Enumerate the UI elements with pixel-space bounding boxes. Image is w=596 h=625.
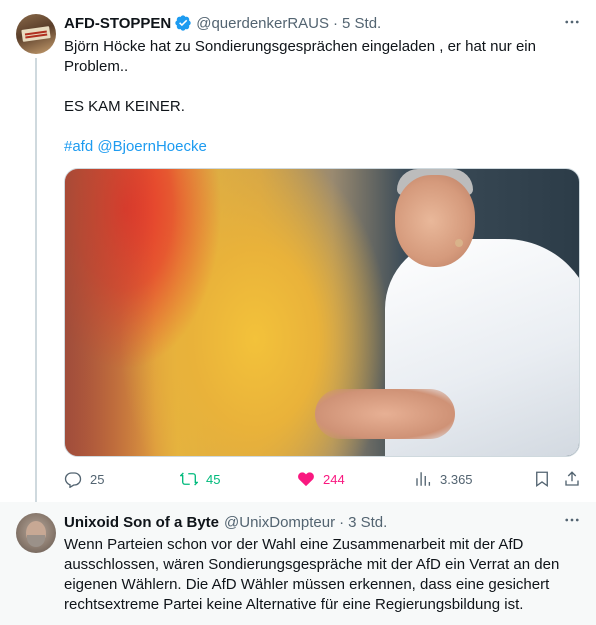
- reply-count: 25: [90, 471, 105, 487]
- like-icon: [298, 472, 314, 487]
- tweet-text: Björn Höcke hat zu Sondierungsgesprächen…: [64, 37, 584, 157]
- verified-icon: [174, 14, 192, 32]
- tweet-text-line: Problem..: [64, 58, 129, 75]
- tweet-header: AFD-STOPPEN @querdenkerRAUS · 5 Std.: [64, 13, 381, 33]
- like-count: 244: [323, 471, 345, 487]
- reply-text-line: rechtsextreme Partei keine Alternative f…: [64, 596, 524, 613]
- tweet-text-line: Björn Höcke hat zu Sondierungsgesprächen…: [64, 38, 536, 55]
- reply-text-line: ausschlossen, wären Sondierungsgespräche…: [64, 556, 560, 573]
- reply-button[interactable]: 25: [64, 469, 104, 489]
- avatar-protest-sign: [21, 26, 51, 42]
- bookmark-icon[interactable]: [532, 469, 552, 489]
- tweet-tags: #afd @BjoernHoecke: [64, 137, 584, 157]
- tweet-image[interactable]: [64, 168, 580, 457]
- views-button[interactable]: 3.365: [414, 469, 473, 489]
- author-name[interactable]: AFD-STOPPEN: [64, 15, 171, 32]
- reply-icon: [64, 472, 82, 488]
- like-button[interactable]: 244: [297, 469, 345, 489]
- action-bar: 25 45 244 3.365: [0, 469, 596, 489]
- image-person-head: [395, 175, 475, 267]
- timestamp[interactable]: 3 Std.: [348, 514, 387, 531]
- retweet-icon: [180, 472, 198, 486]
- image-person-hands: [315, 389, 455, 439]
- reply-tweet[interactable]: Unixoid Son of a Byte @UnixDompteur · 3 …: [0, 502, 596, 625]
- main-tweet[interactable]: AFD-STOPPEN @querdenkerRAUS · 5 Std. Bjö…: [0, 0, 596, 504]
- hashtag-link[interactable]: #afd: [64, 138, 93, 155]
- reply-text-line: eigenen Wählern. Die AfD Wähler müssen e…: [64, 576, 550, 593]
- reply-text: Wenn Parteien schon vor der Wahl eine Zu…: [64, 535, 564, 615]
- share-icon[interactable]: [562, 469, 582, 489]
- thread-line: [35, 58, 37, 504]
- author-handle[interactable]: @UnixDompteur: [224, 514, 335, 531]
- reply-text-line: Wenn Parteien schon vor der Wahl eine Zu…: [64, 536, 524, 553]
- retweet-button[interactable]: 45: [180, 469, 220, 489]
- avatar[interactable]: [16, 513, 56, 553]
- more-icon[interactable]: [562, 14, 582, 30]
- separator: ·: [333, 14, 339, 32]
- author-handle[interactable]: @querdenkerRAUS: [196, 15, 329, 32]
- retweet-count: 45: [206, 471, 221, 487]
- reply-header: Unixoid Son of a Byte @UnixDompteur · 3 …: [64, 512, 387, 532]
- views-icon: [416, 472, 431, 486]
- image-headset-mic: [455, 239, 463, 247]
- mention-link[interactable]: @BjoernHoecke: [97, 138, 206, 155]
- views-count: 3.365: [440, 471, 473, 487]
- tweet-text-line: ES KAM KEINER.: [64, 98, 185, 115]
- avatar[interactable]: [16, 14, 56, 54]
- more-icon[interactable]: [562, 512, 582, 528]
- author-name[interactable]: Unixoid Son of a Byte: [64, 514, 219, 531]
- timestamp[interactable]: 5 Std.: [342, 15, 381, 32]
- separator: ·: [339, 513, 345, 531]
